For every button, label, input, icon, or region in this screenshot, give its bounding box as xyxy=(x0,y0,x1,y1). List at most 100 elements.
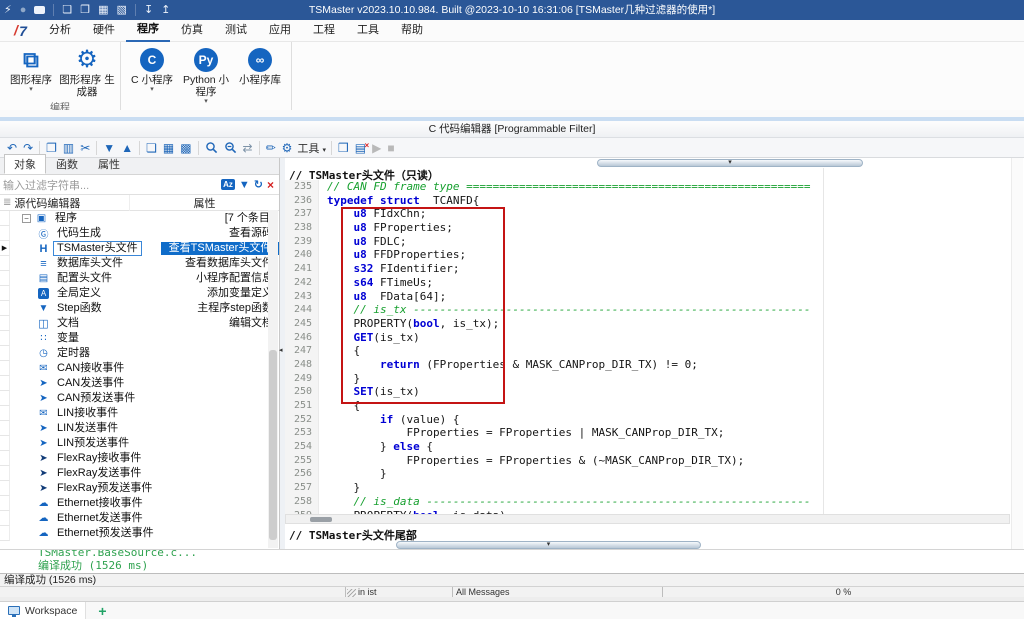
scrollbar-thumb[interactable] xyxy=(310,517,332,522)
code-line[interactable]: 258 // is_data -------------------------… xyxy=(285,495,1024,509)
header-menu-icon[interactable]: ≣ xyxy=(3,197,11,208)
tree-row[interactable]: ▶HTSMaster头文件查看TSMaster头文件 xyxy=(0,241,279,256)
expand-collapse-box[interactable]: − xyxy=(22,214,31,223)
code-line[interactable]: 251 { xyxy=(285,399,1024,413)
code-line[interactable]: 243 u8 FData[64]; xyxy=(285,290,1024,304)
code-line[interactable]: 250 SET(is_tx) xyxy=(285,385,1024,399)
export-icon[interactable]: ↥ xyxy=(161,0,170,20)
menu-tab-help[interactable]: 帮助 xyxy=(390,20,434,41)
code-line[interactable]: 241 s32 FIdentifier; xyxy=(285,262,1024,276)
applet-library-button[interactable]: ∞ 小程序库 xyxy=(233,44,287,106)
tree-row[interactable]: ☁Ethernet接收事件 xyxy=(0,496,279,511)
filter-dropdown-icon[interactable]: ▼ xyxy=(239,179,250,191)
workspace-tab[interactable]: Workspace xyxy=(0,602,86,619)
tree-scrollbar[interactable] xyxy=(268,210,278,548)
refresh-icon[interactable]: ↻ xyxy=(254,178,263,191)
import-icon[interactable]: ↧ xyxy=(144,0,153,20)
menu-tab-application[interactable]: 应用 xyxy=(258,20,302,41)
compile-button[interactable]: ▤× xyxy=(355,138,366,158)
tree-row[interactable]: A全局定义添加变量定义 xyxy=(0,286,279,301)
code-line[interactable]: 239 u8 FDLC; xyxy=(285,235,1024,249)
save-all-button[interactable]: ▩ xyxy=(180,138,191,158)
tab-functions[interactable]: 函数 xyxy=(46,154,88,174)
tree-row[interactable]: −▣程序[7 个条目] xyxy=(0,211,279,226)
lightning-icon[interactable]: ⚡ xyxy=(4,0,12,20)
tree-row[interactable]: ➤LIN发送事件 xyxy=(0,421,279,436)
tree-row[interactable]: ◫文档编辑文档 xyxy=(0,316,279,331)
tree-row[interactable]: ➤CAN发送事件 xyxy=(0,376,279,391)
chat-icon[interactable] xyxy=(34,6,45,14)
menu-tab-test[interactable]: 测试 xyxy=(214,20,258,41)
add-workspace-button[interactable]: + xyxy=(98,603,106,619)
tree-row[interactable]: ▤配置头文件小程序配置信息 xyxy=(0,271,279,286)
save-button[interactable]: ▦ xyxy=(163,138,174,158)
menu-tab-project[interactable]: 工程 xyxy=(302,20,346,41)
settings-gear-button[interactable]: ⚙ xyxy=(282,138,293,158)
code-line[interactable]: 238 u8 FProperties; xyxy=(285,221,1024,235)
tree-row[interactable]: ≡数据库头文件查看数据库头文件 xyxy=(0,256,279,271)
sort-az-icon[interactable]: Az xyxy=(221,179,235,190)
tab-properties[interactable]: 属性 xyxy=(88,154,130,174)
menu-tab-tools[interactable]: 工具 xyxy=(346,20,390,41)
c-applet-button[interactable]: C C 小程序 ▾ xyxy=(125,44,179,106)
code-line[interactable]: 256 } xyxy=(285,467,1024,481)
code-line[interactable]: 257 } xyxy=(285,481,1024,495)
code-line[interactable]: 240 u8 FFDProperties; xyxy=(285,248,1024,262)
tree-row[interactable]: ➤LIN预发送事件 xyxy=(0,436,279,451)
menu-tab-simulation[interactable]: 仿真 xyxy=(170,20,214,41)
clear-filter-icon[interactable]: × xyxy=(267,178,274,192)
code-editor[interactable]: ▾ // TSMaster头文件（只读） 235// CAN FD frame … xyxy=(285,158,1024,549)
code-line[interactable]: 246 GET(is_tx) xyxy=(285,331,1024,345)
replace-button[interactable]: ⇄ xyxy=(243,138,253,158)
graphical-program-generator-button[interactable]: ⚙ 图形程序 生成器 xyxy=(58,44,116,98)
tree-column-header[interactable]: ≣ 源代码编辑器 属性 xyxy=(0,195,279,211)
folder-button[interactable]: ❒ xyxy=(338,138,349,158)
tree-row[interactable]: ➤FlexRay发送事件 xyxy=(0,466,279,481)
tree-row[interactable]: ✉LIN接收事件 xyxy=(0,406,279,421)
menu-tab-hardware[interactable]: 硬件 xyxy=(82,20,126,41)
menu-tab-program[interactable]: 程序 xyxy=(126,19,170,42)
tree-row[interactable]: ➤FlexRay接收事件 xyxy=(0,451,279,466)
tree-scrollbar-thumb[interactable] xyxy=(269,350,277,540)
search-icon[interactable] xyxy=(205,141,218,154)
search-next-icon[interactable] xyxy=(224,141,237,154)
stop-button[interactable]: ■ xyxy=(387,138,394,158)
edit-pencil-button[interactable]: ✏ xyxy=(266,138,276,158)
tree-row[interactable]: ➤CAN预发送事件 xyxy=(0,391,279,406)
menu-tab-analysis[interactable]: 分析 xyxy=(38,20,82,41)
tree-row[interactable]: ☁Ethernet发送事件 xyxy=(0,511,279,526)
open-button[interactable]: ❏ xyxy=(146,138,157,158)
save-icon[interactable]: ▦ xyxy=(98,0,108,20)
code-horizontal-scrollbar[interactable] xyxy=(285,514,1010,524)
save-as-icon[interactable]: ▧ xyxy=(117,0,127,20)
tree-row[interactable]: Ⓖ代码生成查看源码 xyxy=(0,226,279,241)
tree-row[interactable]: ▼Step函数主程序step函数 xyxy=(0,301,279,316)
python-applet-button[interactable]: Py Python 小程序 ▾ xyxy=(179,44,233,106)
collapsed-splitter-bottom[interactable]: ▾ xyxy=(396,541,701,549)
code-lines[interactable]: 235// CAN FD frame type ================… xyxy=(285,180,1024,514)
collapsed-splitter-top[interactable]: ▾ xyxy=(597,159,863,167)
tree-row[interactable]: ✉CAN接收事件 xyxy=(0,361,279,376)
code-line[interactable]: 235// CAN FD frame type ================… xyxy=(285,180,1024,194)
code-line[interactable]: 236typedef struct TCANFD{ xyxy=(285,194,1024,208)
code-line[interactable]: 254 } else { xyxy=(285,440,1024,454)
new-file-icon[interactable]: ❏ xyxy=(62,0,72,20)
code-line[interactable]: 247 { xyxy=(285,344,1024,358)
code-line[interactable]: 255 FProperties = FProperties & (~MASK_C… xyxy=(285,454,1024,468)
record-icon[interactable]: ● xyxy=(20,0,27,20)
tree-row[interactable]: ◷定时器 xyxy=(0,346,279,361)
tree-row[interactable]: ∷变量 xyxy=(0,331,279,346)
run-button[interactable]: ▶ xyxy=(372,138,381,158)
code-line[interactable]: 242 s64 FTimeUs; xyxy=(285,276,1024,290)
filter-input[interactable]: 输入过滤字符串... xyxy=(3,177,219,193)
code-line[interactable]: 248 return (FProperties & MASK_CANProp_D… xyxy=(285,358,1024,372)
code-line[interactable]: 252 if (value) { xyxy=(285,413,1024,427)
tree-row[interactable]: ☁Ethernet预发送事件 xyxy=(0,526,279,541)
tab-objects[interactable]: 对象 xyxy=(4,154,46,174)
collapse-left-icon[interactable]: ◂ xyxy=(279,346,283,354)
open-file-icon[interactable]: ❐ xyxy=(80,0,90,20)
code-line[interactable]: 249 } xyxy=(285,372,1024,386)
code-line[interactable]: 245 PROPERTY(bool, is_tx); xyxy=(285,317,1024,331)
code-vertical-scrollbar[interactable] xyxy=(1011,158,1023,549)
code-line[interactable]: 244 // is_tx ---------------------------… xyxy=(285,303,1024,317)
